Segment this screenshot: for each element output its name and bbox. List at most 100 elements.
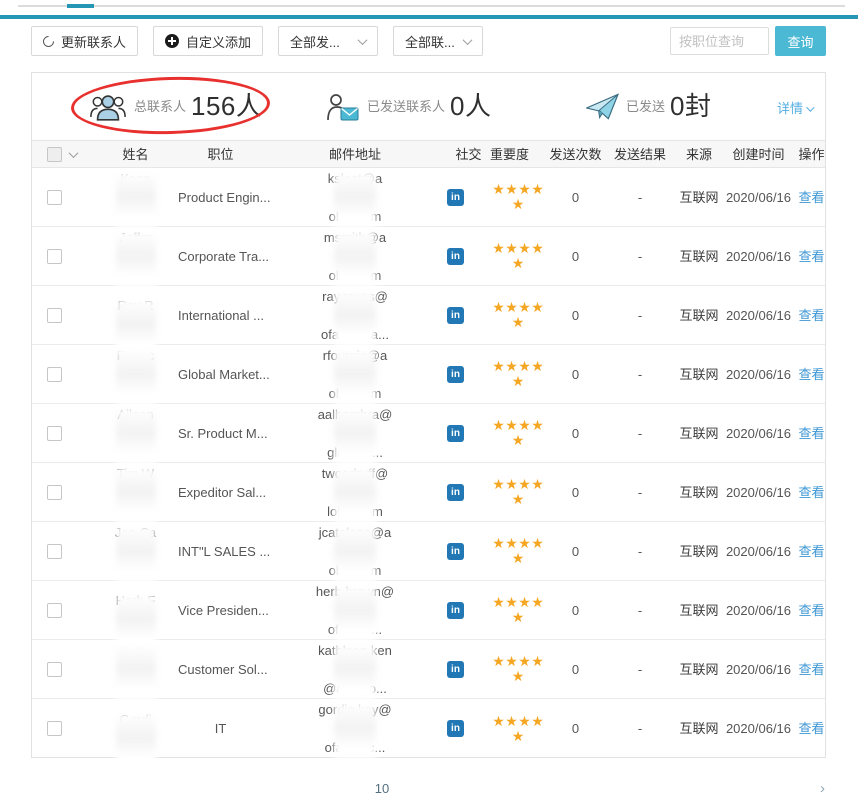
- view-link[interactable]: 查看: [796, 365, 827, 384]
- row-checkbox[interactable]: [47, 544, 62, 559]
- table-row: Ray RInternational ...ray.reyes@ofameric…: [32, 286, 825, 345]
- star-rating: ★★★★★: [490, 360, 546, 388]
- select-all-checkbox[interactable]: [47, 147, 62, 162]
- email-cell: herb.brown@ofameri...: [263, 582, 447, 639]
- star-rating: ★★★★★: [490, 242, 546, 270]
- linkedin-icon[interactable]: in: [447, 543, 464, 560]
- row-select-cell: [32, 367, 93, 382]
- linkedin-icon[interactable]: in: [447, 189, 464, 206]
- row-checkbox[interactable]: [47, 367, 62, 382]
- linkedin-icon[interactable]: in: [447, 484, 464, 501]
- star-icon: ★: [518, 715, 531, 728]
- email-redaction-blur: [337, 723, 373, 736]
- view-link[interactable]: 查看: [796, 483, 827, 502]
- row-select-cell: [32, 308, 93, 323]
- col-header-source: 来源: [677, 145, 721, 164]
- col-header-send-count: 发送次数: [548, 145, 603, 164]
- star-icon: ★: [518, 242, 531, 255]
- custom-add-button[interactable]: 自定义添加: [153, 26, 263, 56]
- view-link[interactable]: 查看: [796, 306, 827, 325]
- row-checkbox[interactable]: [47, 603, 62, 618]
- source-text: 互联网: [677, 188, 721, 207]
- people-group-icon: [89, 91, 127, 122]
- star-icon: ★: [512, 730, 525, 743]
- row-select-cell: [32, 426, 93, 441]
- star-rating: ★★★★★: [490, 419, 546, 447]
- name-redaction-blur: [119, 369, 153, 382]
- view-link[interactable]: 查看: [796, 188, 827, 207]
- view-link[interactable]: 查看: [796, 719, 827, 738]
- tab-bar-underline: [18, 5, 845, 7]
- email-cell: jcatalano@aobal.com: [263, 523, 447, 580]
- contact-type-dropdown[interactable]: 全部联...: [393, 26, 483, 56]
- name-cell: Tim Wff: [93, 464, 178, 521]
- row-checkbox[interactable]: [47, 249, 62, 264]
- email-redaction-blur: [337, 192, 373, 205]
- position-cell: INT"L SALES ...: [178, 542, 263, 561]
- star-icon: ★: [518, 183, 531, 196]
- row-checkbox[interactable]: [47, 308, 62, 323]
- table-body: KennloatProduct Engin...ksloat@aobal.com…: [32, 168, 825, 758]
- view-link[interactable]: 查看: [796, 601, 827, 620]
- star-icon: ★: [505, 183, 518, 196]
- col-header-name: 姓名: [93, 145, 178, 164]
- email-redaction-blur: [337, 546, 373, 559]
- sent-mails-label: 已发送: [626, 97, 665, 116]
- created-time-cell: 2020/06/16: [721, 247, 796, 266]
- contacts-panel: 总联系人 156人 已发送联系人 0人 已发送: [31, 72, 826, 758]
- position-text: INT"L SALES ...: [178, 542, 263, 561]
- next-page-button[interactable]: ›: [820, 780, 825, 797]
- row-checkbox[interactable]: [47, 426, 62, 441]
- chevron-down-icon: [358, 35, 368, 45]
- view-link[interactable]: 查看: [796, 424, 827, 443]
- row-checkbox[interactable]: [47, 190, 62, 205]
- linkedin-icon[interactable]: in: [447, 720, 464, 737]
- importance-cell: ★★★★★: [490, 655, 548, 683]
- position-text: Expeditor Sal...: [178, 483, 263, 502]
- linkedin-icon[interactable]: in: [447, 425, 464, 442]
- source-text: 互联网: [677, 247, 721, 266]
- view-link[interactable]: 查看: [796, 660, 827, 679]
- row-select-cell: [32, 190, 93, 205]
- row-checkbox[interactable]: [47, 485, 62, 500]
- table-row: Rebec...Global Market...rfournie@aobal.c…: [32, 345, 825, 404]
- sent-contacts-value: 0人: [450, 97, 491, 116]
- social-cell: in: [447, 366, 490, 383]
- linkedin-icon[interactable]: in: [447, 661, 464, 678]
- search-button[interactable]: 查询: [775, 26, 826, 56]
- detail-link[interactable]: 详情: [777, 99, 812, 118]
- linkedin-icon[interactable]: in: [447, 366, 464, 383]
- importance-cell: ★★★★★: [490, 183, 548, 211]
- view-link[interactable]: 查看: [796, 542, 827, 561]
- send-count-cell: 0: [548, 542, 603, 561]
- linkedin-icon[interactable]: in: [447, 602, 464, 619]
- star-icon: ★: [505, 360, 518, 373]
- select-all-cell: [32, 147, 93, 162]
- source-text: 互联网: [677, 601, 721, 620]
- send-status-dropdown[interactable]: 全部发...: [278, 26, 378, 56]
- send-result-cell: -: [603, 719, 677, 738]
- email-redaction-blur: [337, 428, 373, 441]
- row-checkbox[interactable]: [47, 662, 62, 677]
- row-select-cell: [32, 485, 93, 500]
- view-link[interactable]: 查看: [796, 247, 827, 266]
- linkedin-icon[interactable]: in: [447, 307, 464, 324]
- star-icon: ★: [492, 419, 505, 432]
- row-checkbox[interactable]: [47, 721, 62, 736]
- send-count-cell: 0: [548, 424, 603, 443]
- page-button-10[interactable]: 10: [0, 779, 811, 798]
- linkedin-icon[interactable]: in: [447, 248, 464, 265]
- action-cell: 查看: [796, 719, 827, 738]
- refresh-contacts-button[interactable]: 更新联系人: [31, 26, 138, 56]
- star-icon: ★: [492, 242, 505, 255]
- created-time-cell: 2020/06/16: [721, 424, 796, 443]
- action-cell: 查看: [796, 306, 827, 325]
- star-icon: ★: [518, 478, 531, 491]
- created-time-cell: 2020/06/16: [721, 542, 796, 561]
- star-icon: ★: [531, 183, 544, 196]
- position-search-input[interactable]: [670, 27, 769, 55]
- position-text: Global Market...: [178, 365, 263, 384]
- position-cell: Vice Presiden...: [178, 601, 263, 620]
- star-icon: ★: [492, 478, 505, 491]
- select-menu-chevron-icon[interactable]: [69, 148, 79, 158]
